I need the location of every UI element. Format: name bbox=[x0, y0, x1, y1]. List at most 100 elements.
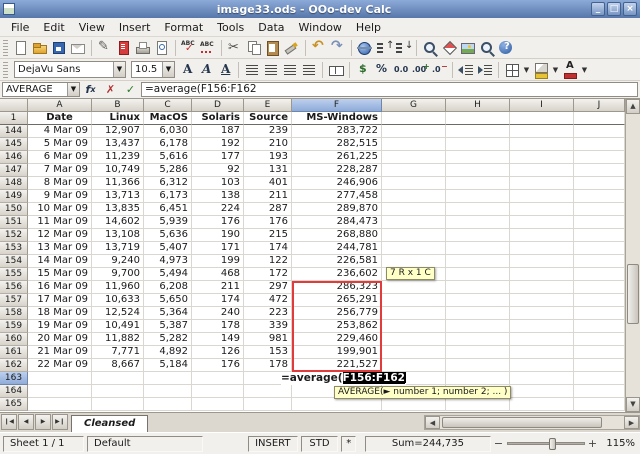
cell-J1[interactable] bbox=[574, 112, 625, 125]
cell-F1[interactable]: MS-Windows bbox=[292, 112, 382, 125]
increase-indent-icon[interactable] bbox=[476, 61, 494, 79]
cell-D163[interactable] bbox=[192, 372, 244, 385]
cell-G156[interactable] bbox=[382, 281, 446, 294]
cell-E159[interactable]: 339 bbox=[244, 320, 292, 333]
cell-F153[interactable]: 244,781 bbox=[292, 242, 382, 255]
cell-C144[interactable]: 6,030 bbox=[144, 125, 192, 138]
cell-G158[interactable] bbox=[382, 307, 446, 320]
cell-F162[interactable]: 221,527 bbox=[292, 359, 382, 372]
cell-H161[interactable] bbox=[446, 346, 510, 359]
cell-C164[interactable] bbox=[144, 385, 192, 398]
row-header-164[interactable]: 164 bbox=[0, 385, 28, 398]
cell-B149[interactable]: 13,713 bbox=[92, 190, 144, 203]
cell-C1[interactable]: MacOS bbox=[144, 112, 192, 125]
cell-I153[interactable] bbox=[510, 242, 574, 255]
cell-E144[interactable]: 239 bbox=[244, 125, 292, 138]
vertical-scroll-thumb[interactable] bbox=[627, 264, 639, 324]
cell-C156[interactable]: 6,208 bbox=[144, 281, 192, 294]
cell-D157[interactable]: 174 bbox=[192, 294, 244, 307]
name-box[interactable]: AVERAGE ▼ bbox=[2, 82, 80, 97]
background-color-dropdown-icon[interactable]: ▼ bbox=[551, 61, 560, 79]
cell-E147[interactable]: 131 bbox=[244, 164, 292, 177]
cell-H150[interactable] bbox=[446, 203, 510, 216]
cell-C160[interactable]: 5,282 bbox=[144, 333, 192, 346]
cell-C158[interactable]: 5,364 bbox=[144, 307, 192, 320]
status-sum[interactable]: Sum=244,735 bbox=[365, 436, 490, 452]
cell-B156[interactable]: 11,960 bbox=[92, 281, 144, 294]
cell-H146[interactable] bbox=[446, 151, 510, 164]
cell-D147[interactable]: 92 bbox=[192, 164, 244, 177]
zoom-level[interactable]: 115% bbox=[601, 438, 637, 449]
scroll-up-icon[interactable]: ▲ bbox=[626, 99, 640, 114]
previous-sheet-icon[interactable]: ◀ bbox=[18, 414, 34, 430]
cell-F151[interactable]: 284,473 bbox=[292, 216, 382, 229]
bold-icon[interactable] bbox=[178, 61, 196, 79]
cell-G165[interactable] bbox=[382, 398, 446, 411]
cell-I150[interactable] bbox=[510, 203, 574, 216]
page-preview-icon[interactable] bbox=[153, 39, 171, 57]
row-header-153[interactable]: 153 bbox=[0, 242, 28, 255]
cell-I151[interactable] bbox=[510, 216, 574, 229]
delete-decimal-icon[interactable] bbox=[430, 61, 448, 79]
cell-E158[interactable]: 223 bbox=[244, 307, 292, 320]
cell-C161[interactable]: 4,892 bbox=[144, 346, 192, 359]
cell-J148[interactable] bbox=[574, 177, 625, 190]
row-header-152[interactable]: 152 bbox=[0, 229, 28, 242]
export-pdf-icon[interactable] bbox=[115, 39, 133, 57]
cell-F147[interactable]: 228,287 bbox=[292, 164, 382, 177]
cell-G149[interactable] bbox=[382, 190, 446, 203]
cell-A161[interactable]: 21 Mar 09 bbox=[28, 346, 92, 359]
decrease-indent-icon[interactable] bbox=[457, 61, 475, 79]
sort-descending-icon[interactable] bbox=[394, 39, 412, 57]
cell-B144[interactable]: 12,907 bbox=[92, 125, 144, 138]
row-header-1[interactable]: 1 bbox=[0, 112, 28, 125]
cell-A146[interactable]: 6 Mar 09 bbox=[28, 151, 92, 164]
cell-I156[interactable] bbox=[510, 281, 574, 294]
cell-C163[interactable] bbox=[144, 372, 192, 385]
cell-A1[interactable]: Date bbox=[28, 112, 92, 125]
cell-E150[interactable]: 287 bbox=[244, 203, 292, 216]
row-header-154[interactable]: 154 bbox=[0, 255, 28, 268]
cell-C147[interactable]: 5,286 bbox=[144, 164, 192, 177]
cell-D144[interactable]: 187 bbox=[192, 125, 244, 138]
row-header-145[interactable]: 145 bbox=[0, 138, 28, 151]
cell-C165[interactable] bbox=[144, 398, 192, 411]
navigator-icon[interactable] bbox=[440, 39, 458, 57]
font-name-dropdown-icon[interactable]: ▼ bbox=[113, 62, 125, 77]
cell-B147[interactable]: 10,749 bbox=[92, 164, 144, 177]
cell-J147[interactable] bbox=[574, 164, 625, 177]
row-header-146[interactable]: 146 bbox=[0, 151, 28, 164]
cell-A164[interactable] bbox=[28, 385, 92, 398]
zoom-out-icon[interactable]: − bbox=[494, 437, 504, 450]
merge-cells-icon[interactable] bbox=[327, 61, 345, 79]
status-page-style[interactable]: Default bbox=[87, 436, 203, 452]
cell-F149[interactable]: 277,458 bbox=[292, 190, 382, 203]
accept-icon[interactable]: ✓ bbox=[121, 82, 140, 97]
minimize-button[interactable]: _ bbox=[591, 2, 605, 16]
cell-C154[interactable]: 4,973 bbox=[144, 255, 192, 268]
horizontal-scroll-track[interactable] bbox=[440, 416, 624, 429]
cell-F150[interactable]: 289,870 bbox=[292, 203, 382, 216]
cell-E164[interactable] bbox=[244, 385, 292, 398]
cell-A165[interactable] bbox=[28, 398, 92, 411]
cancel-icon[interactable]: ✗ bbox=[101, 82, 120, 97]
cell-D146[interactable]: 177 bbox=[192, 151, 244, 164]
spelling-icon[interactable] bbox=[180, 39, 198, 57]
cell-I165[interactable] bbox=[510, 398, 574, 411]
menu-data[interactable]: Data bbox=[251, 19, 291, 36]
cell-C149[interactable]: 6,173 bbox=[144, 190, 192, 203]
row-header-150[interactable]: 150 bbox=[0, 203, 28, 216]
formula-input[interactable]: =average(F156:F162 bbox=[141, 82, 638, 97]
cell-D159[interactable]: 178 bbox=[192, 320, 244, 333]
cell-F145[interactable]: 282,515 bbox=[292, 138, 382, 151]
row-header-158[interactable]: 158 bbox=[0, 307, 28, 320]
cell-J144[interactable] bbox=[574, 125, 625, 138]
cell-H155[interactable] bbox=[446, 268, 510, 281]
cell-I152[interactable] bbox=[510, 229, 574, 242]
row-header-151[interactable]: 151 bbox=[0, 216, 28, 229]
close-button[interactable]: × bbox=[623, 2, 637, 16]
add-decimal-icon[interactable] bbox=[411, 61, 429, 79]
cell-I164[interactable] bbox=[510, 385, 574, 398]
cell-G147[interactable] bbox=[382, 164, 446, 177]
cell-E146[interactable]: 193 bbox=[244, 151, 292, 164]
